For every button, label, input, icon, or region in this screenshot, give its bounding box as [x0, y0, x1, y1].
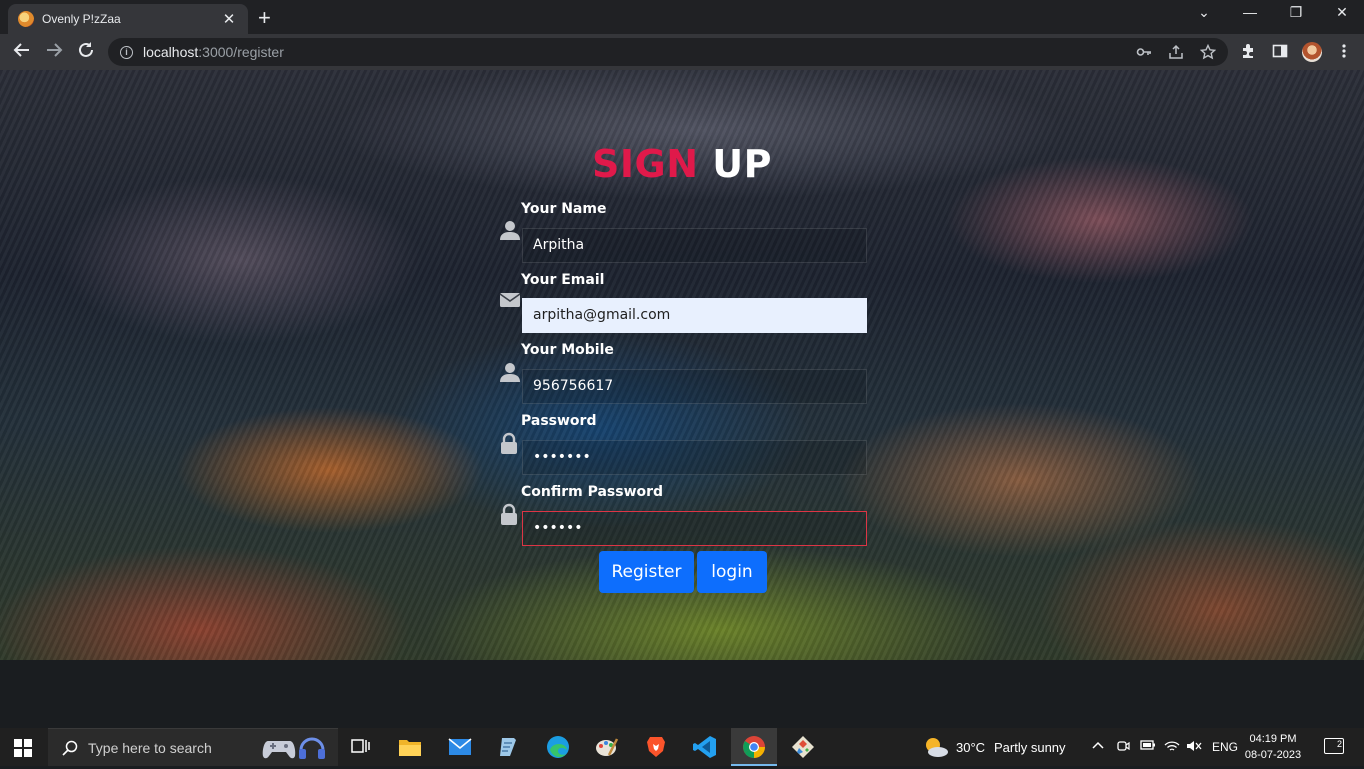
paint-icon[interactable]	[595, 735, 619, 759]
register-form: Your Name Arpitha Your Email arpitha@gma…	[0, 70, 1364, 660]
brave-icon[interactable]	[644, 735, 668, 759]
chrome-icon[interactable]	[742, 735, 766, 759]
url-host: localhost	[143, 44, 199, 60]
reload-icon[interactable]	[74, 41, 98, 64]
minimize-button[interactable]: —	[1230, 4, 1270, 20]
key-icon[interactable]	[1136, 44, 1152, 63]
confirm-password-label: Confirm Password	[521, 484, 664, 500]
page-footer-area	[0, 660, 1364, 728]
password-input[interactable]: •••••••	[522, 440, 867, 475]
clock-time: 04:19 PM	[1249, 733, 1297, 745]
vscode-icon[interactable]	[693, 735, 717, 759]
side-panel-icon[interactable]	[1272, 43, 1288, 63]
taskbar-search-box[interactable]: Type here to search	[48, 728, 338, 766]
tab-close-icon[interactable]: ✕	[220, 10, 238, 28]
password-label: Password	[521, 413, 597, 429]
system-clock[interactable]: 04:19 PM 08-07-2023	[1240, 731, 1306, 763]
lock-icon	[499, 503, 521, 525]
speaker-muted-icon[interactable]	[1186, 739, 1202, 756]
email-label: Your Email	[521, 272, 605, 288]
partly-sunny-weather-icon[interactable]	[922, 735, 950, 759]
restore-button[interactable]: ❐	[1276, 4, 1316, 21]
new-tab-button[interactable]: +	[258, 5, 271, 31]
git-icon[interactable]	[791, 735, 815, 759]
address-bar[interactable]: i localhost:3000/register	[108, 38, 1228, 66]
windows-taskbar: Type here to search 30°C Partly sunny EN…	[0, 728, 1364, 766]
gamepad-icon	[262, 735, 296, 761]
edge-icon[interactable]	[546, 735, 570, 759]
site-info-icon[interactable]: i	[120, 45, 133, 59]
task-view-icon[interactable]	[349, 735, 373, 759]
confirm-password-input[interactable]: ••••••	[522, 511, 867, 546]
url-path: :3000/register	[198, 44, 284, 60]
register-page-background: SIGN UP Your Name Arpitha Your Email arp…	[0, 70, 1364, 660]
profile-avatar[interactable]	[1302, 42, 1322, 62]
user-icon	[499, 362, 521, 384]
browser-tab[interactable]: Ovenly P!zZaa ✕	[8, 4, 248, 34]
pizza-favicon-icon	[18, 11, 34, 27]
browser-menu-icon[interactable]	[1338, 43, 1350, 63]
forward-arrow-icon[interactable]	[42, 41, 66, 64]
name-label: Your Name	[521, 201, 607, 217]
battery-icon[interactable]	[1140, 739, 1156, 754]
notepad-icon[interactable]	[497, 735, 521, 759]
tab-search-icon[interactable]: ⌄	[1184, 4, 1224, 21]
file-explorer-icon[interactable]	[398, 735, 422, 759]
weather-temperature: 30°C	[956, 740, 986, 755]
language-indicator[interactable]: ENG	[1212, 740, 1238, 754]
user-icon	[499, 220, 521, 242]
camera-mic-icon[interactable]	[1116, 739, 1130, 756]
close-window-button[interactable]: ✕	[1322, 4, 1362, 21]
mail-icon[interactable]	[448, 735, 472, 759]
bookmark-star-icon[interactable]	[1199, 43, 1217, 63]
share-icon[interactable]	[1168, 44, 1184, 63]
mobile-label: Your Mobile	[521, 342, 614, 358]
wifi-icon[interactable]	[1164, 739, 1180, 756]
weather-condition: Partly sunny	[994, 740, 1066, 755]
email-input[interactable]: arpitha@gmail.com	[522, 298, 867, 333]
name-input[interactable]: Arpitha	[522, 228, 867, 263]
show-hidden-icons-chevron-icon[interactable]	[1092, 739, 1104, 754]
envelope-icon	[499, 292, 521, 314]
tab-title: Ovenly P!zZaa	[42, 12, 121, 26]
search-placeholder: Type here to search	[88, 739, 212, 756]
login-button[interactable]: login	[697, 551, 767, 593]
lock-icon	[499, 432, 521, 454]
register-button[interactable]: Register	[599, 551, 694, 593]
headset-icon	[296, 732, 328, 764]
mobile-input[interactable]: 956756617	[522, 369, 867, 404]
search-icon	[62, 740, 78, 756]
clock-date: 08-07-2023	[1244, 749, 1302, 761]
notification-center-icon[interactable]: 2	[1324, 738, 1344, 754]
windows-start-icon[interactable]	[14, 739, 32, 757]
back-arrow-icon[interactable]	[10, 41, 34, 64]
browser-tab-strip: Ovenly P!zZaa ✕ + ⌄ — ❐ ✕	[0, 0, 1364, 34]
extensions-puzzle-icon[interactable]	[1240, 43, 1256, 63]
browser-toolbar: i localhost:3000/register	[0, 34, 1364, 70]
